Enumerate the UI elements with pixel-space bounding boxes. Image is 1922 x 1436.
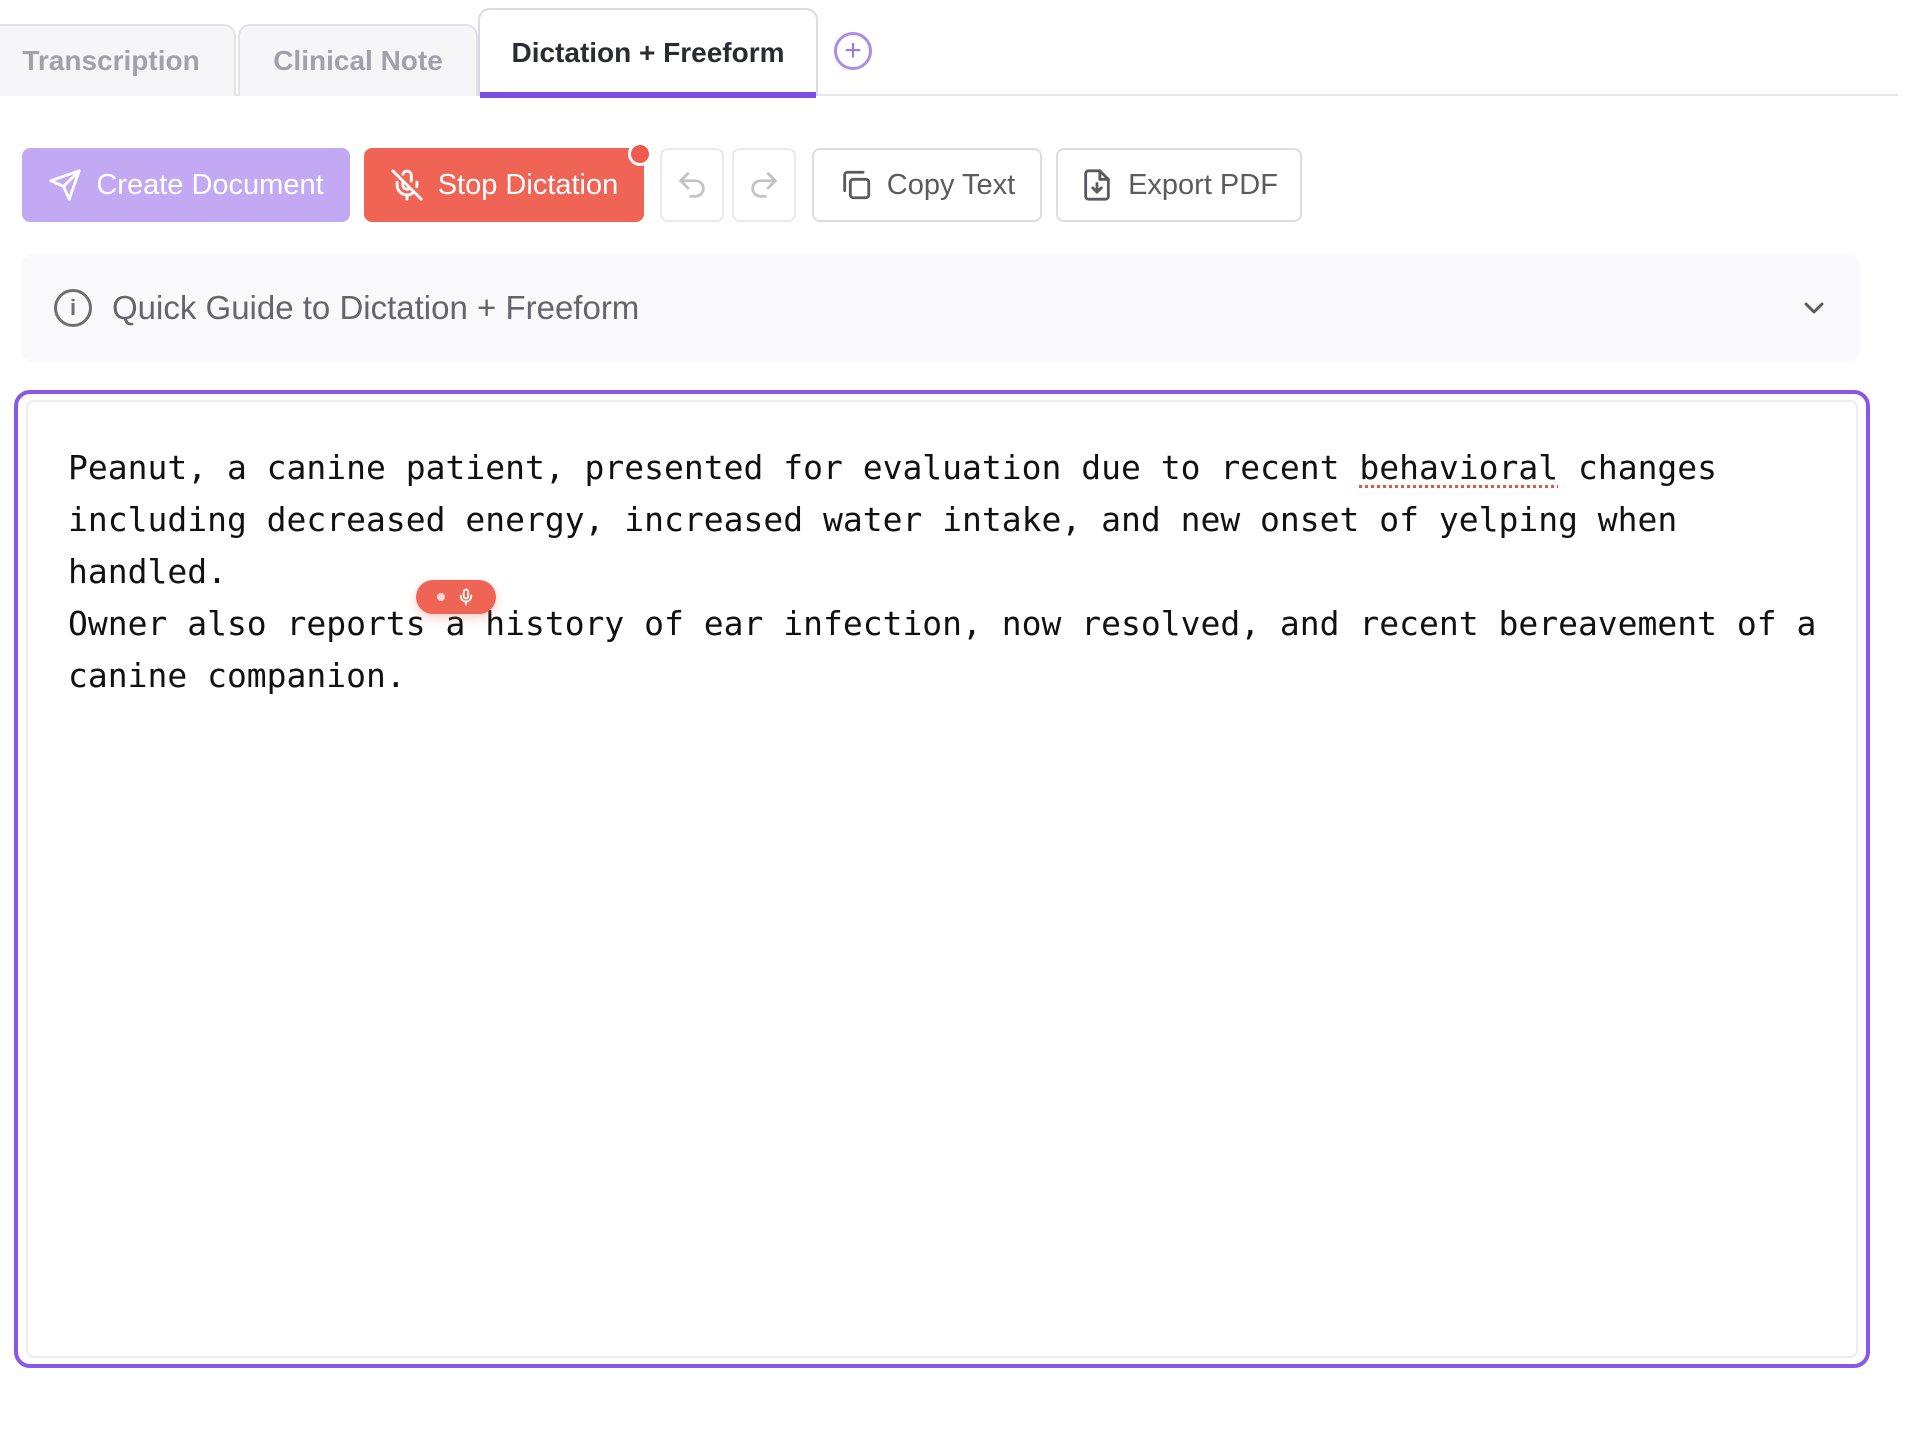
pulse-dot <box>437 593 445 601</box>
copy-text-button[interactable]: Copy Text <box>812 148 1042 222</box>
undo-icon <box>679 172 705 198</box>
tab-transcription[interactable]: Transcription <box>0 24 236 96</box>
redo-icon <box>751 172 777 198</box>
tab-label: Clinical Note <box>273 45 443 76</box>
quick-guide-title: Quick Guide to Dictation + Freeform <box>112 289 640 326</box>
mic-icon <box>459 588 473 606</box>
redo-button[interactable] <box>732 148 796 222</box>
dictation-editor[interactable]: Peanut, a canine patient, presented for … <box>14 390 1870 1368</box>
create-document-label: Create Document <box>96 168 324 201</box>
quick-guide-accordion[interactable]: i Quick Guide to Dictation + Freeform <box>22 254 1860 362</box>
send-icon <box>49 169 81 201</box>
editor-surface[interactable]: Peanut, a canine patient, presented for … <box>26 400 1858 1358</box>
export-pdf-button[interactable]: Export PDF <box>1056 148 1302 222</box>
dictation-text[interactable]: Peanut, a canine patient, presented for … <box>68 442 1848 702</box>
text-segment: Peanut, a canine patient, presented for … <box>68 448 1360 487</box>
active-tab-indicator <box>480 92 816 98</box>
tab-clinical-note[interactable]: Clinical Note <box>238 24 478 96</box>
recording-indicator <box>628 142 652 166</box>
copy-icon <box>843 170 870 200</box>
mic-off-icon <box>391 169 423 201</box>
export-pdf-label: Export PDF <box>1128 168 1278 201</box>
undo-button[interactable] <box>660 148 724 222</box>
chevron-down-icon[interactable] <box>1798 292 1830 324</box>
tab-bar: Transcription Clinical Note Dictation + … <box>0 0 1898 98</box>
tab-label: Transcription <box>22 45 200 76</box>
tab-label: Dictation + Freeform <box>511 37 785 68</box>
stop-dictation-label: Stop Dictation <box>437 168 619 201</box>
plus-circle-icon[interactable]: + <box>834 32 872 70</box>
info-icon: i <box>54 289 92 327</box>
copy-text-label: Copy Text <box>886 168 1016 201</box>
file-download-icon <box>1084 169 1110 201</box>
stop-dictation-button[interactable]: Stop Dictation <box>364 148 644 222</box>
create-document-button[interactable]: Create Document <box>22 148 350 222</box>
dictation-cursor-indicator <box>416 580 496 614</box>
spellcheck-flagged-word[interactable]: behavioral <box>1359 448 1558 487</box>
tab-dictation-freeform[interactable]: Dictation + Freeform <box>478 8 818 98</box>
